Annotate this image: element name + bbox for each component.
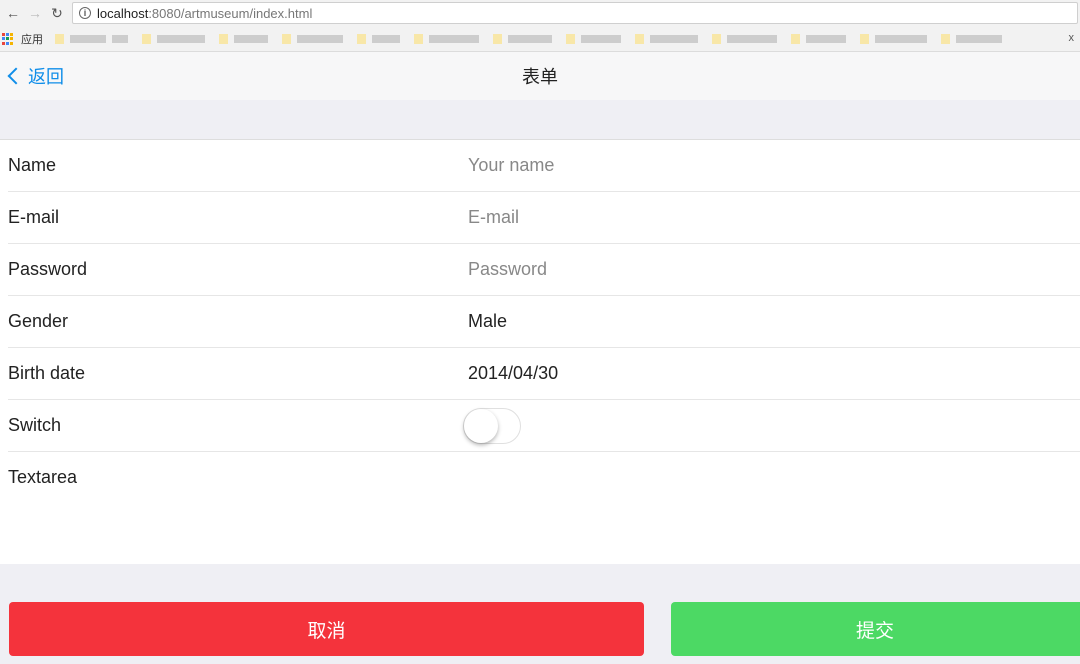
apps-grid-icon[interactable]: [2, 32, 15, 46]
submit-button[interactable]: 提交: [671, 602, 1080, 656]
forward-arrow-icon[interactable]: →: [24, 2, 46, 24]
blurred-bookmarks: [55, 34, 1002, 44]
bookmark-item[interactable]: [566, 34, 621, 44]
bookmark-item[interactable]: [219, 34, 268, 44]
bookmark-item[interactable]: [357, 34, 400, 44]
back-arrow-icon[interactable]: ←: [2, 2, 24, 24]
page-title: 表单: [522, 67, 558, 87]
form-list: Name E-mail Password Gender Male Birth d…: [0, 140, 1080, 564]
cancel-button[interactable]: 取消: [9, 602, 644, 656]
browser-chrome: ← → ↻ i localhost:8080/artmuseum/index.h…: [0, 0, 1080, 52]
bookmark-item[interactable]: [941, 34, 1002, 44]
bookmarks-bar: 应用 x: [0, 26, 1080, 52]
bookmark-item[interactable]: [860, 34, 927, 44]
form-row-name: Name: [8, 140, 1080, 192]
gender-select[interactable]: Male: [468, 311, 1080, 332]
name-label: Name: [8, 155, 57, 175]
form-row-gender[interactable]: Gender Male: [8, 296, 1080, 348]
switch-label: Switch: [8, 415, 62, 435]
reload-icon[interactable]: ↻: [46, 2, 68, 24]
chevron-left-icon: [7, 67, 25, 85]
name-input[interactable]: [468, 155, 1080, 176]
url-path: :8080/artmuseum/index.html: [148, 5, 313, 21]
bookmark-item[interactable]: [635, 34, 698, 44]
bookmark-item[interactable]: [712, 34, 777, 44]
textarea-label: Textarea: [8, 467, 78, 487]
birth-date-label: Birth date: [8, 363, 86, 383]
email-input[interactable]: [468, 207, 1080, 228]
email-label: E-mail: [8, 207, 60, 227]
close-icon[interactable]: x: [1069, 32, 1075, 44]
form-row-textarea: Textarea: [8, 452, 1080, 564]
bookmark-item[interactable]: [493, 34, 552, 44]
bookmark-item[interactable]: [142, 34, 205, 44]
birth-date-picker[interactable]: 2014/04/30: [468, 363, 1080, 384]
url-host: localhost: [97, 5, 149, 21]
apps-label[interactable]: 应用: [21, 31, 43, 47]
form-row-email: E-mail: [8, 192, 1080, 244]
bookmark-item[interactable]: [55, 34, 128, 44]
bookmark-item[interactable]: [791, 34, 846, 44]
info-icon[interactable]: i: [79, 7, 91, 19]
form-row-switch: Switch: [8, 400, 1080, 452]
back-button[interactable]: 返回: [0, 63, 64, 89]
bookmark-item[interactable]: [414, 34, 479, 44]
address-bar[interactable]: i localhost:8080/artmuseum/index.html: [72, 2, 1078, 24]
form-row-birth-date[interactable]: Birth date 2014/04/30: [8, 348, 1080, 400]
password-label: Password: [8, 259, 88, 279]
address-bar-row: ← → ↻ i localhost:8080/artmuseum/index.h…: [0, 0, 1080, 26]
form-row-password: Password: [8, 244, 1080, 296]
textarea-input[interactable]: [468, 467, 1080, 547]
password-input[interactable]: [468, 259, 1080, 280]
nav-bar: 返回 表单: [0, 52, 1080, 100]
toggle-switch[interactable]: [463, 407, 521, 444]
bookmark-item[interactable]: [282, 34, 343, 44]
back-label: 返回: [28, 67, 64, 87]
section-spacer: [0, 100, 1080, 140]
gender-label: Gender: [8, 311, 69, 331]
toggle-knob: [464, 408, 498, 443]
